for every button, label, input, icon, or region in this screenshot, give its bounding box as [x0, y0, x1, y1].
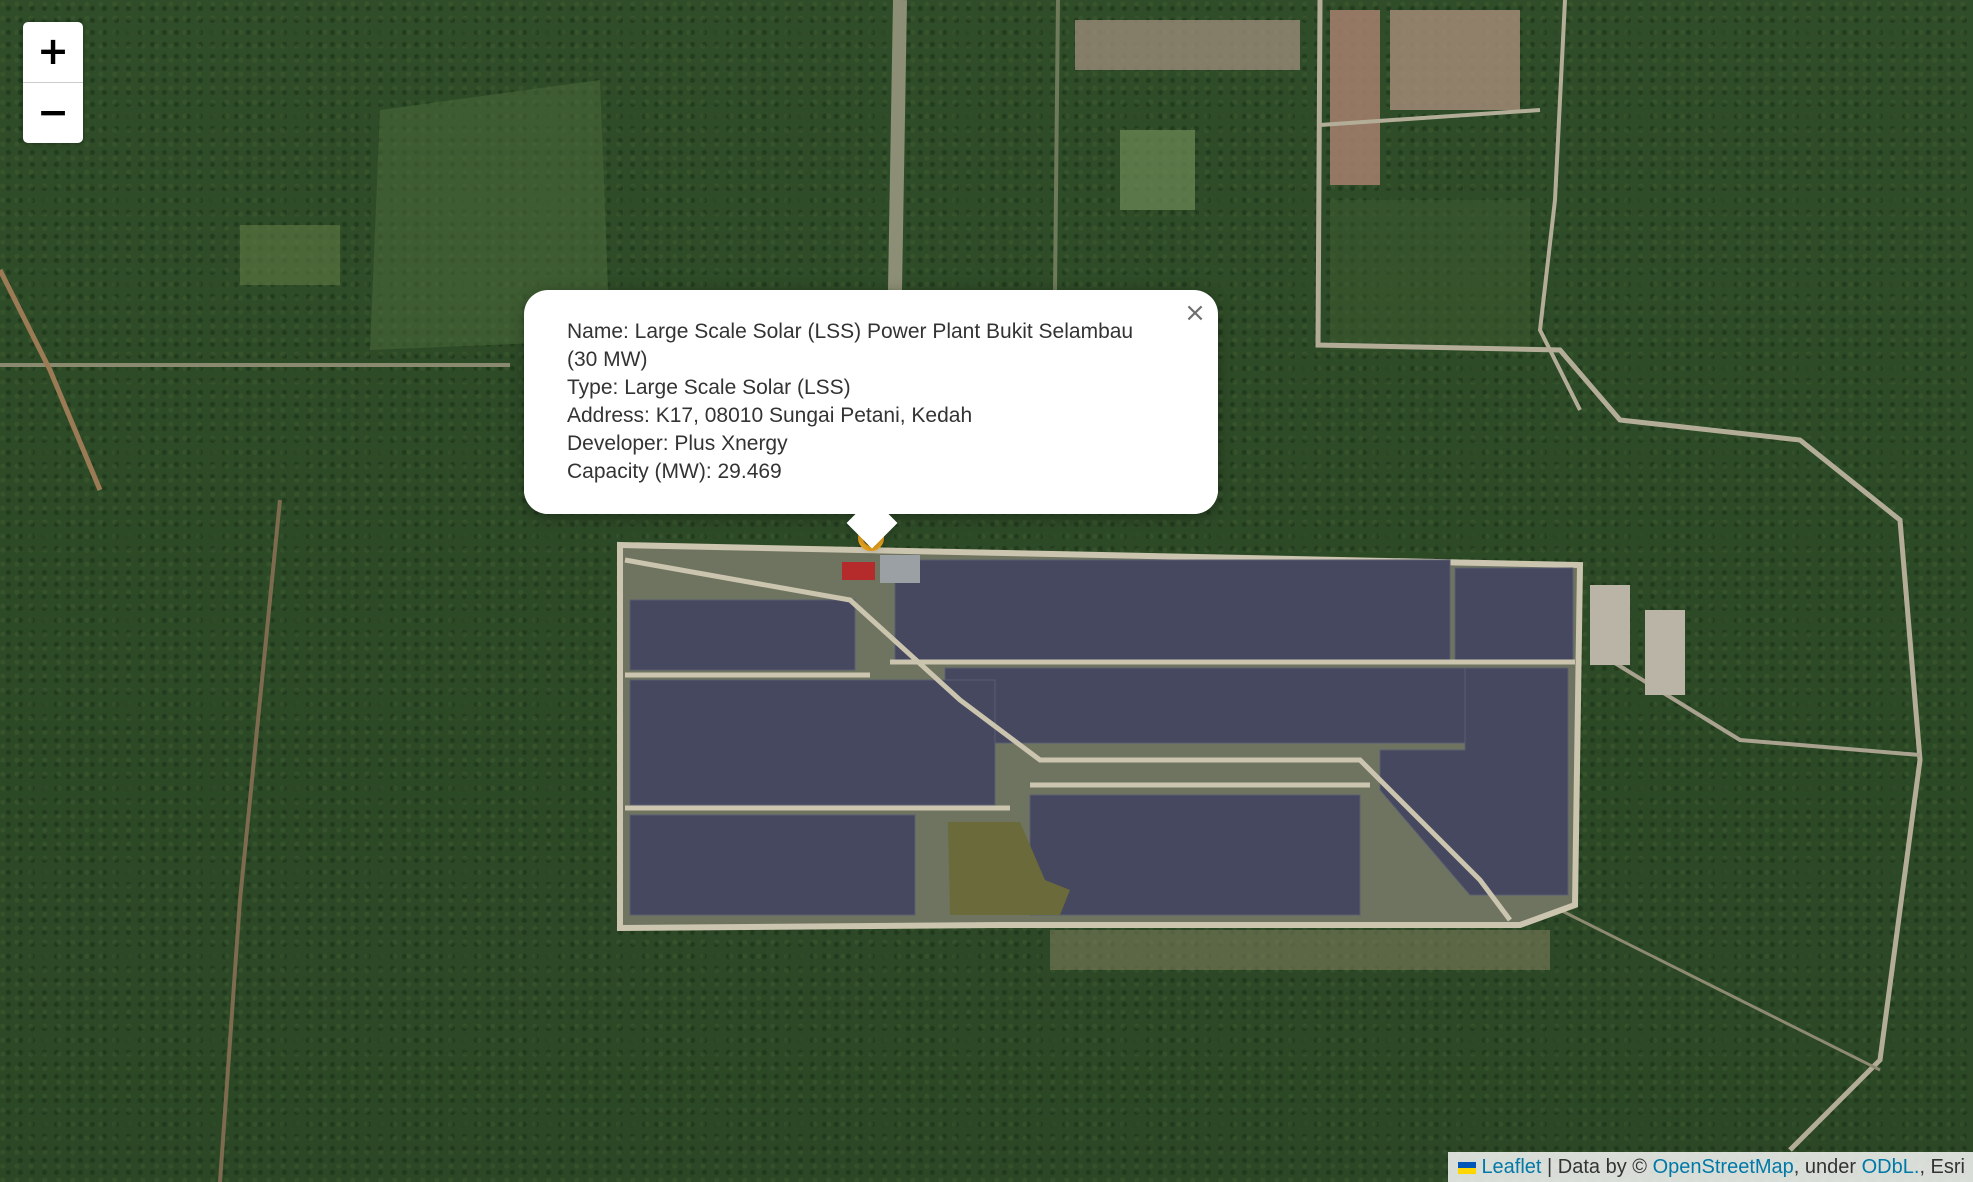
attribution-sep-3: , Esri [1919, 1156, 1965, 1178]
popup-content: Name: Large Scale Solar (LSS) Power Plan… [567, 318, 1167, 486]
map-container[interactable]: × Name: Large Scale Solar (LSS) Power Pl… [0, 0, 1973, 1182]
attribution-sep-2: , under [1793, 1156, 1862, 1178]
zoom-out-button[interactable]: − [23, 83, 83, 143]
close-icon[interactable]: × [1180, 298, 1210, 328]
popup-name: Name: Large Scale Solar (LSS) Power Plan… [567, 320, 1134, 371]
attribution: Leaflet | Data by © OpenStreetMap, under… [1448, 1152, 1973, 1182]
satellite-basemap[interactable] [0, 0, 1973, 1182]
popup-type: Type: Large Scale Solar (LSS) [567, 376, 851, 399]
zoom-in-button[interactable]: + [23, 22, 83, 83]
popup-capacity: Capacity (MW): 29.469 [567, 460, 782, 483]
ukraine-flag-icon [1458, 1162, 1477, 1174]
odbl-link[interactable]: ODbL. [1862, 1156, 1920, 1178]
zoom-control: + − [23, 22, 83, 143]
popup-address: Address: K17, 08010 Sungai Petani, Kedah [567, 404, 973, 427]
openstreetmap-link[interactable]: OpenStreetMap [1653, 1156, 1794, 1178]
popup-developer: Developer: Plus Xnergy [567, 432, 788, 455]
attribution-sep-1: | Data by © [1541, 1156, 1653, 1178]
leaflet-link[interactable]: Leaflet [1481, 1156, 1541, 1178]
